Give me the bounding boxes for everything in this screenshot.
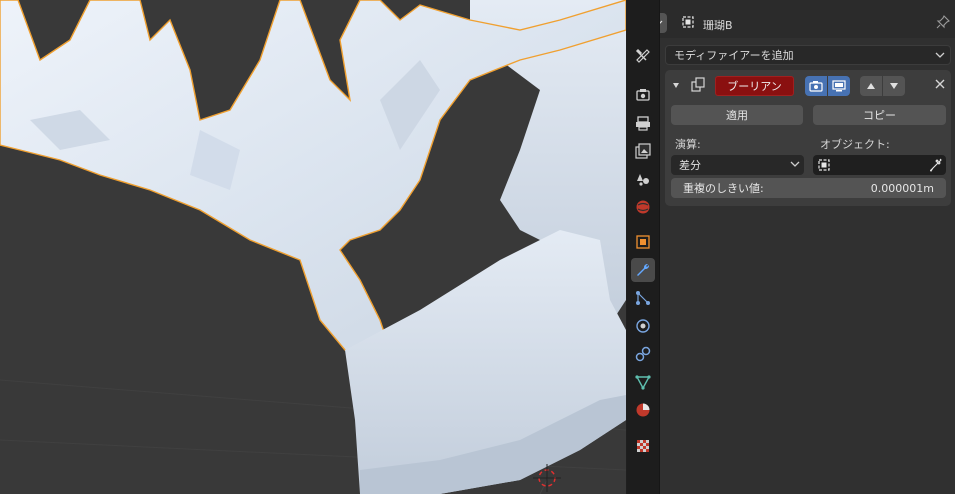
threshold-label: 重複のしきい値: xyxy=(683,182,764,195)
tab-render[interactable] xyxy=(631,83,655,107)
tab-material[interactable] xyxy=(631,398,655,422)
tab-particles[interactable] xyxy=(631,286,655,310)
tab-physics[interactable] xyxy=(631,314,655,338)
reorder-buttons xyxy=(860,76,905,96)
data-icon xyxy=(635,375,651,390)
threshold-value: 0.000001m xyxy=(870,181,934,195)
tab-world[interactable] xyxy=(631,195,655,219)
tab-tool[interactable] xyxy=(631,44,655,68)
chevron-down-icon xyxy=(935,52,945,58)
pin-icon[interactable] xyxy=(936,15,950,29)
monitor-icon xyxy=(832,80,846,92)
3d-viewport[interactable] xyxy=(0,0,626,494)
material-icon xyxy=(636,403,650,417)
tab-view-layer[interactable] xyxy=(631,139,655,163)
move-up-button[interactable] xyxy=(860,76,882,96)
move-down-button[interactable] xyxy=(883,76,905,96)
collapse-triangle-icon[interactable] xyxy=(671,80,681,90)
properties-editor: 珊瑚B モディファイアーを追加 ブーリアン 適用 コピー 演算: オブジェクト:… xyxy=(626,0,955,494)
copy-button[interactable]: コピー xyxy=(813,105,946,125)
render-toggle-button[interactable] xyxy=(805,76,827,96)
object-name: 珊瑚B xyxy=(703,19,733,32)
modifier-icon xyxy=(637,263,650,276)
tool-icon xyxy=(635,48,650,63)
operation-value: 差分 xyxy=(679,159,701,172)
tab-output[interactable] xyxy=(631,111,655,135)
properties-tab-bar xyxy=(627,0,660,494)
viewport-scene xyxy=(0,0,626,494)
object-icon xyxy=(636,235,650,249)
overlap-threshold-field[interactable]: 重複のしきい値: 0.000001m xyxy=(671,178,946,198)
visibility-toggles xyxy=(805,76,850,96)
output-icon xyxy=(636,116,650,131)
object-square-icon xyxy=(682,16,694,28)
world-icon xyxy=(636,200,650,214)
viewport-toggle-button[interactable] xyxy=(828,76,850,96)
tab-modifiers[interactable] xyxy=(631,258,655,282)
tab-data[interactable] xyxy=(631,370,655,394)
operation-label: 演算: xyxy=(675,138,701,151)
camera-icon xyxy=(809,81,823,92)
close-icon[interactable] xyxy=(935,79,945,89)
operation-dropdown[interactable]: 差分 xyxy=(671,155,804,175)
tab-scene[interactable] xyxy=(631,167,655,191)
object-label: オブジェクト: xyxy=(820,138,890,151)
constraints-icon xyxy=(635,346,651,362)
apply-button[interactable]: 適用 xyxy=(671,105,803,125)
add-modifier-dropdown[interactable]: モディファイアーを追加 xyxy=(665,45,951,65)
object-field[interactable] xyxy=(813,155,946,175)
particles-icon xyxy=(636,291,650,305)
object-square-icon xyxy=(818,159,830,171)
modifier-name-field[interactable]: ブーリアン xyxy=(715,76,794,96)
tab-constraints[interactable] xyxy=(631,342,655,366)
properties-header: 珊瑚B xyxy=(627,0,955,38)
tab-object[interactable] xyxy=(631,230,655,254)
texture-icon xyxy=(637,440,649,452)
boolean-modifier-icon xyxy=(691,77,705,92)
scene-icon xyxy=(637,174,649,186)
physics-icon xyxy=(636,319,650,333)
render-icon xyxy=(636,89,650,101)
tab-texture[interactable] xyxy=(631,434,655,458)
eyedropper-icon[interactable] xyxy=(930,158,942,172)
boolean-modifier-panel: ブーリアン 適用 コピー 演算: オブジェクト: 差分 重複のしきい値: 0.0… xyxy=(665,70,951,206)
add-modifier-label: モディファイアーを追加 xyxy=(674,49,794,62)
triangle-down-icon xyxy=(890,83,898,89)
view-layer-icon xyxy=(635,143,651,159)
chevron-down-icon xyxy=(790,161,800,167)
triangle-up-icon xyxy=(867,83,875,89)
